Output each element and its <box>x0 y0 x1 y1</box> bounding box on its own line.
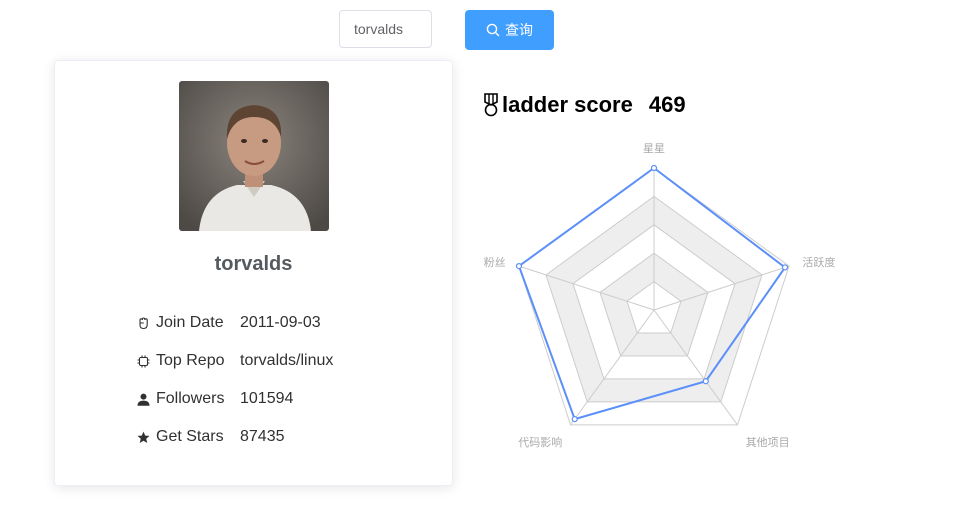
ladder-score: 469 <box>648 92 686 117</box>
radar-indicator-label: 粉丝 <box>484 256 506 269</box>
info-value: torvalds/linux <box>240 352 334 369</box>
search-button[interactable]: 查询 <box>465 10 554 50</box>
radar-indicator-label: 代码影响 <box>518 436 562 449</box>
radar-indicator-label: 其他项目 <box>746 436 790 449</box>
ladder-label: ladder score <box>502 92 633 117</box>
info-label: Join Date <box>156 314 224 331</box>
info-row-followers: Followers 101594 <box>136 380 436 418</box>
username: torvalds <box>214 253 293 275</box>
radar-indicator-label: 星星 <box>643 142 665 155</box>
medal-icon <box>482 93 500 117</box>
user-icon <box>136 392 150 406</box>
info-value: 87435 <box>240 428 285 445</box>
info-label: Get Stars <box>156 428 224 445</box>
search-icon <box>486 23 500 37</box>
info-value: 101594 <box>240 390 294 407</box>
radar-point <box>781 264 789 271</box>
info-row-top-repo: Top Repo torvalds/linux <box>136 342 436 380</box>
radar-point <box>702 378 709 385</box>
info-list: Join Date 2011-09-03 Top Repo torvalds/l… <box>136 304 436 456</box>
info-value: 2011-09-03 <box>240 314 321 331</box>
avatar <box>179 81 329 231</box>
profile-card: torvalds Join Date 2011-09-03 Top Repo t… <box>54 60 453 486</box>
info-label: Top Repo <box>156 352 225 369</box>
chip-icon <box>136 354 150 368</box>
ladder-score-heading: ladder score 469 <box>482 88 686 122</box>
info-row-join-date: Join Date 2011-09-03 <box>136 304 436 342</box>
info-label: Followers <box>156 390 225 407</box>
search-button-label: 查询 <box>505 23 533 39</box>
fist-icon <box>136 316 150 330</box>
info-row-get-stars: Get Stars 87435 <box>136 418 436 456</box>
radar-point <box>515 263 523 270</box>
radar-point <box>571 416 578 423</box>
radar-chart: 星星活跃度其他项目 代码影响 粉丝 <box>484 142 836 449</box>
search-input[interactable] <box>339 10 432 48</box>
radar-indicator-label: 活跃度 <box>802 255 835 269</box>
star-icon <box>136 430 150 444</box>
radar-point <box>650 164 658 172</box>
